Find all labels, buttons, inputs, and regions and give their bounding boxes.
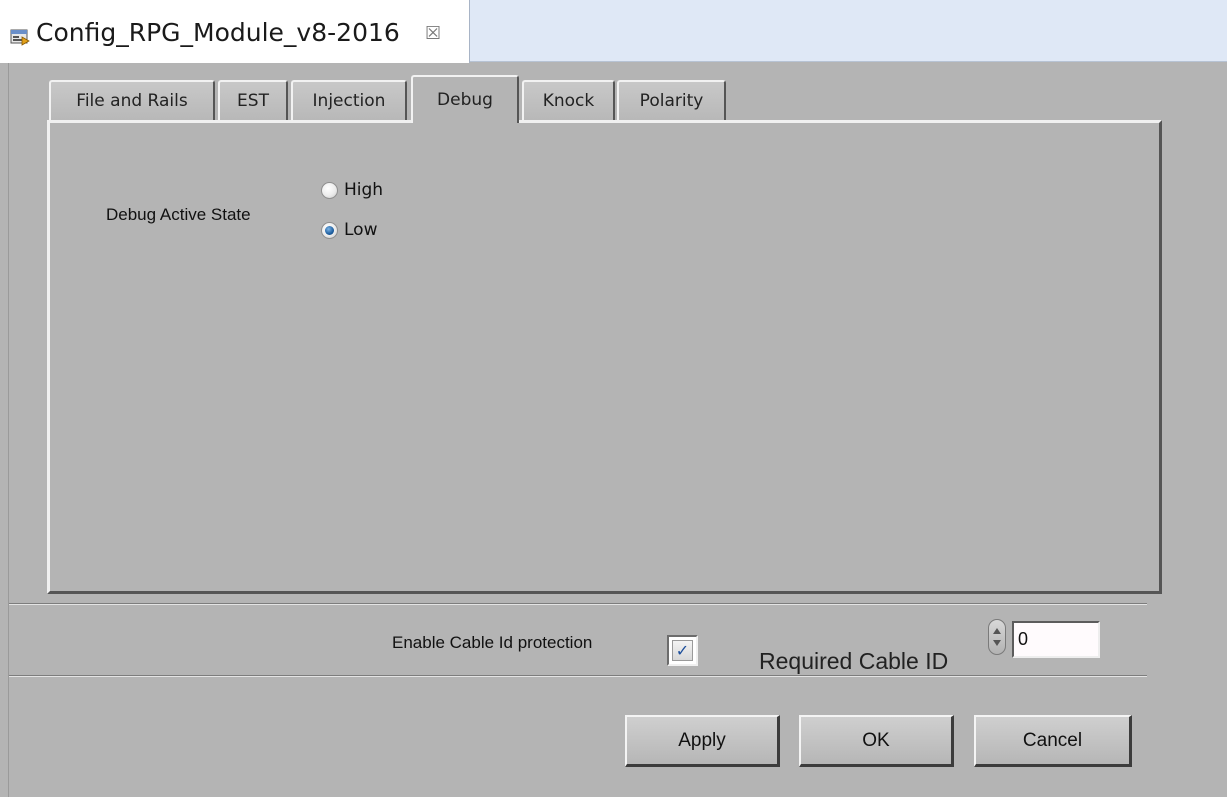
separator: [9, 675, 1147, 677]
radio-high[interactable]: High: [321, 180, 383, 200]
config-editor-body: File and Rails EST Injection Debug Knock…: [8, 63, 1227, 797]
cable-id-spinner[interactable]: [988, 619, 1006, 655]
tab-label: File and Rails: [76, 91, 188, 111]
radio-high-button[interactable]: [321, 181, 338, 199]
editor-tab[interactable]: Config_RPG_Module_v8-2016 ☒: [0, 0, 470, 63]
tab-file-and-rails[interactable]: File and Rails: [49, 80, 215, 120]
checkmark-icon: ✓: [672, 640, 693, 661]
tab-label: Injection: [312, 91, 386, 111]
separator: [9, 603, 1147, 605]
radio-high-label: High: [344, 180, 384, 200]
enable-cable-id-checkbox[interactable]: ✓: [667, 635, 698, 666]
debug-active-state-label: Debug Active State: [106, 205, 251, 224]
tab-knock[interactable]: Knock: [522, 80, 615, 120]
tab-label: Knock: [542, 91, 595, 111]
cancel-button[interactable]: Cancel: [974, 715, 1132, 767]
apply-button[interactable]: Apply: [625, 715, 780, 767]
debug-tab-panel: Debug Active State High Low: [47, 120, 1162, 594]
tab-label: EST: [237, 91, 269, 111]
tab-label: Debug: [437, 90, 493, 110]
required-cable-id-input[interactable]: [1012, 621, 1100, 658]
ok-button[interactable]: OK: [799, 715, 954, 767]
radio-low[interactable]: Low: [321, 220, 377, 240]
tab-label: Polarity: [639, 91, 704, 111]
required-cable-id-label: Required Cable ID: [759, 648, 949, 674]
enable-cable-id-label: Enable Cable Id protection: [392, 633, 593, 652]
tab-debug[interactable]: Debug: [411, 75, 519, 123]
increment-arrow-icon[interactable]: [993, 628, 1001, 634]
config-file-icon: [10, 29, 30, 46]
editor-title: Config_RPG_Module_v8-2016: [36, 18, 400, 47]
tab-est[interactable]: EST: [218, 80, 288, 120]
close-icon[interactable]: ☒: [425, 23, 441, 44]
tab-polarity[interactable]: Polarity: [617, 80, 726, 120]
radio-low-label: Low: [344, 220, 378, 240]
decrement-arrow-icon[interactable]: [993, 640, 1001, 646]
radio-low-button[interactable]: [321, 221, 338, 239]
tab-injection[interactable]: Injection: [291, 80, 407, 120]
